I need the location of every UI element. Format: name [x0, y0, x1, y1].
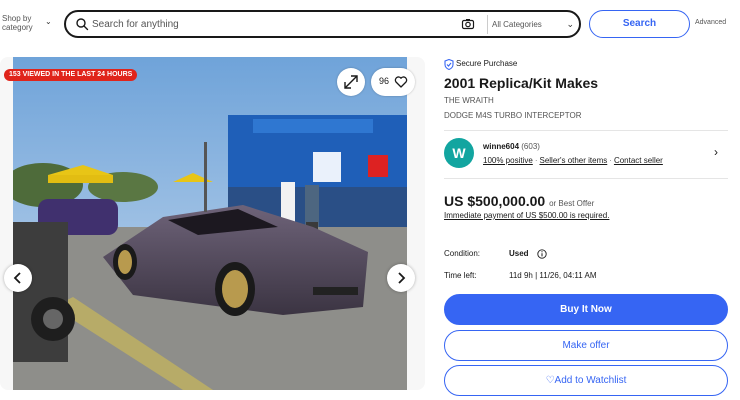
secure-purchase: Secure Purchase: [444, 57, 517, 71]
best-offer-label: or Best Offer: [549, 199, 595, 208]
previous-image-button[interactable]: [4, 264, 32, 292]
seller-name[interactable]: winne604 (603): [483, 142, 540, 151]
heart-icon: ♡: [545, 375, 555, 386]
seller-positive-link[interactable]: 100% positive: [483, 156, 533, 165]
watch-count: 96: [379, 76, 390, 86]
seller-feedback-count: (603): [521, 142, 540, 151]
expand-icon: [344, 75, 358, 89]
image-gallery: 153 VIEWED IN THE LAST 24 HOURS 96: [0, 57, 425, 390]
advanced-search-link[interactable]: Advanced: [695, 19, 726, 26]
search-icon: [76, 18, 89, 31]
separator-dot: ·: [609, 156, 612, 165]
search-divider: [487, 15, 488, 34]
watch-toggle-button[interactable]: 96: [371, 68, 415, 96]
camera-icon[interactable]: [461, 17, 475, 31]
chevron-right-icon[interactable]: ›: [714, 145, 718, 159]
listing-photo[interactable]: [13, 57, 407, 390]
chevron-left-icon: [13, 272, 21, 284]
shop-by-category-label: Shop by category: [2, 14, 33, 32]
chevron-down-icon: ⌄: [45, 17, 52, 26]
shield-check-icon: [444, 59, 454, 70]
seller-other-items-link[interactable]: Seller's other items: [539, 156, 607, 165]
condition-label: Condition:: [444, 249, 481, 258]
seller-username: winne604: [483, 142, 520, 151]
next-image-button[interactable]: [387, 264, 415, 292]
listing-subtitle-model: DODGE M4S TURBO INTERCEPTOR: [444, 111, 582, 120]
time-left-value: 11d 9h | 11/26, 04:11 AM: [509, 271, 597, 280]
top-bar: Shop by category ⌄ All Categories ⌄ Sear…: [0, 0, 740, 50]
price-block: US $500,000.00 or Best Offer: [444, 193, 594, 209]
chevron-down-icon: ⌄: [566, 19, 574, 29]
seller-card[interactable]: W winne604 (603) 100% positive · Seller's …: [444, 138, 728, 172]
listing-subtitle-make: THE WRAITH: [444, 96, 494, 105]
category-select-value: All Categories: [492, 20, 542, 29]
expand-image-button[interactable]: [337, 68, 365, 96]
divider: [444, 178, 728, 179]
heart-icon: [394, 76, 408, 88]
category-select[interactable]: All Categories ⌄: [492, 16, 578, 33]
time-left-label: Time left:: [444, 271, 477, 280]
search-bar: All Categories ⌄: [64, 10, 581, 38]
views-badge: 153 VIEWED IN THE LAST 24 HOURS: [4, 69, 138, 81]
search-input[interactable]: [92, 15, 452, 33]
add-to-watchlist-button[interactable]: ♡Add to Watchlist: [444, 365, 728, 396]
shop-by-category-button[interactable]: Shop by category ⌄: [2, 14, 58, 32]
listing-title: 2001 Replica/Kit Makes: [444, 75, 599, 91]
payment-requirement-link[interactable]: Immediate payment of US $500.00 is requi…: [444, 211, 609, 220]
divider: [444, 130, 728, 131]
buy-it-now-button[interactable]: Buy It Now: [444, 294, 728, 325]
price: US $500,000.00: [444, 193, 546, 209]
seller-avatar: W: [444, 138, 474, 168]
make-offer-button[interactable]: Make offer: [444, 330, 728, 361]
add-to-watchlist-label: Add to Watchlist: [554, 375, 627, 386]
seller-links: 100% positive · Seller's other items · Conta…: [483, 156, 663, 165]
info-icon[interactable]: [537, 249, 547, 259]
separator-dot: ·: [534, 156, 538, 165]
contact-seller-link[interactable]: Contact seller: [614, 156, 663, 165]
search-button[interactable]: Search: [589, 10, 690, 38]
secure-purchase-label: Secure Purchase: [456, 59, 518, 68]
chevron-right-icon: [398, 272, 406, 284]
condition-value: Used: [509, 249, 529, 258]
